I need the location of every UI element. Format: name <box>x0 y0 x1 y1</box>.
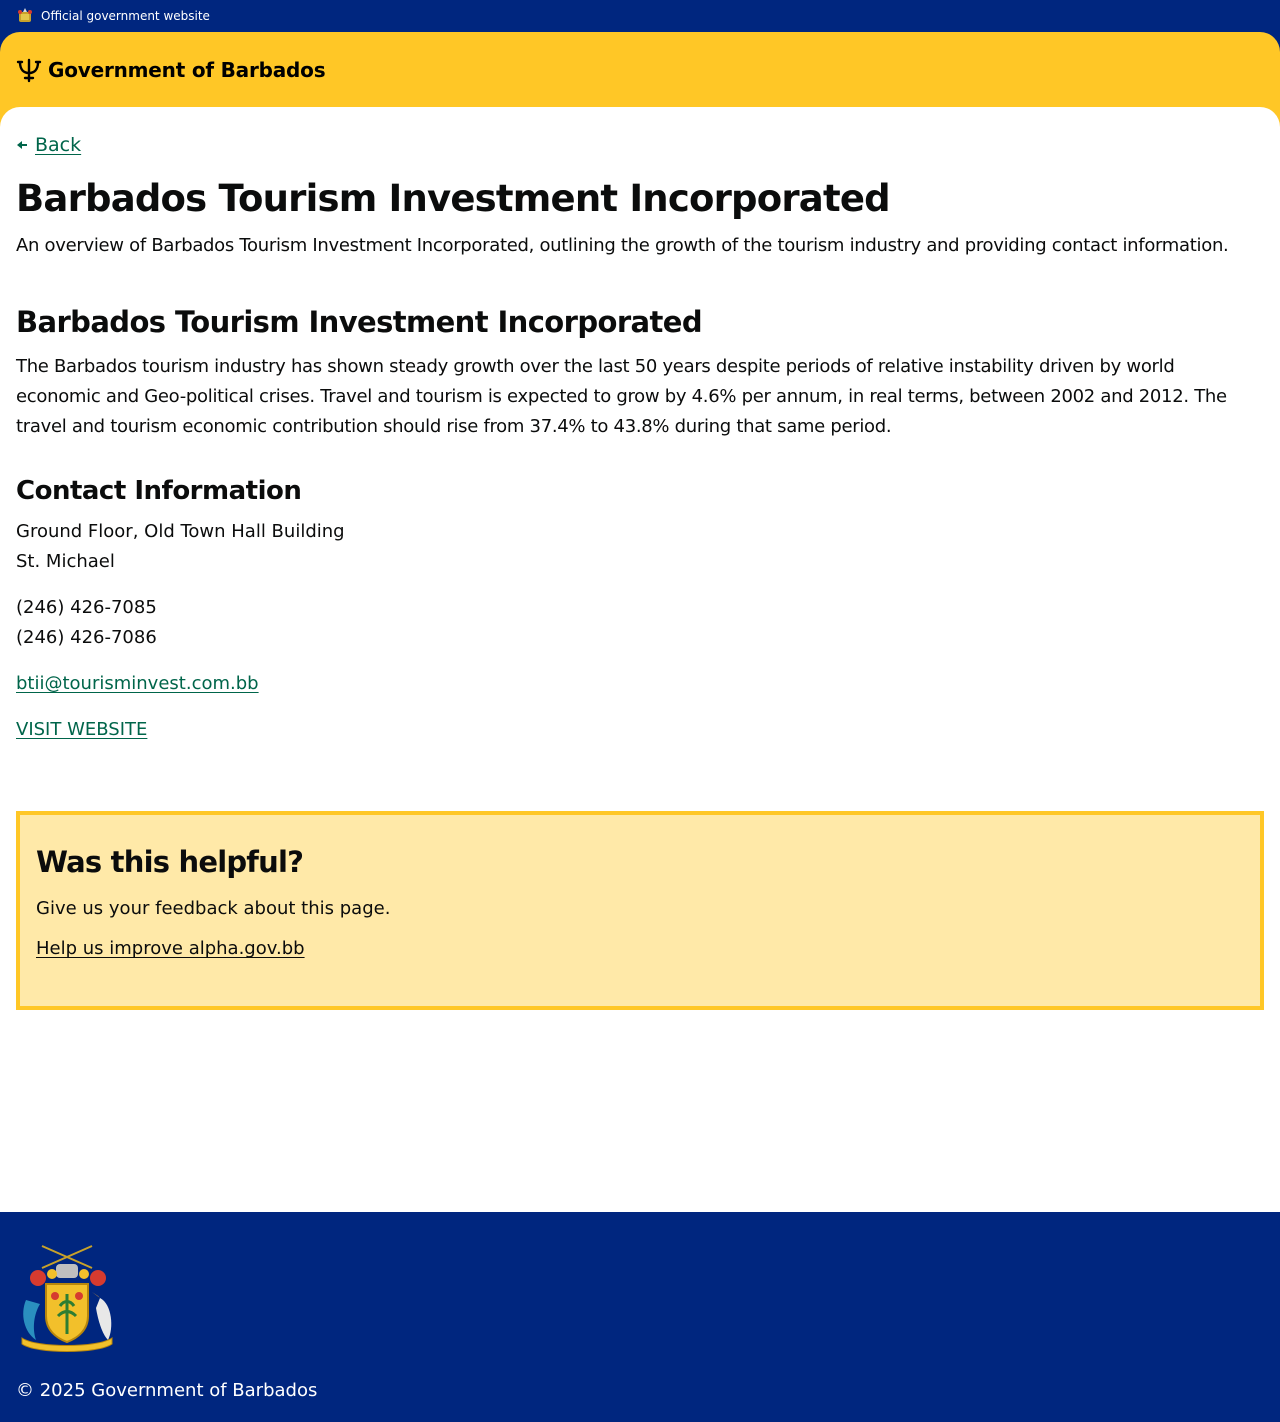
trident-icon[interactable] <box>16 57 42 83</box>
back-link-row: Back <box>16 133 1264 157</box>
footer-copyright: © 2025 Government of Barbados <box>16 1380 318 1401</box>
coat-of-arms-icon <box>18 8 32 22</box>
address-line-2: St. Michael <box>16 551 115 573</box>
contact-heading: Contact Information <box>16 476 302 507</box>
section-heading: Barbados Tourism Investment Incorporated <box>16 305 703 340</box>
feedback-heading: Was this helpful? <box>36 845 304 880</box>
official-banner-label: Official government website <box>41 9 210 23</box>
back-link[interactable]: Back <box>35 134 81 156</box>
main-content: Back Barbados Tourism Investment Incorpo… <box>0 107 1280 1212</box>
page-lead: An overview of Barbados Tourism Investme… <box>16 235 1229 257</box>
phone-1: (246) 426-7085 <box>16 597 157 619</box>
arrow-left-icon <box>17 141 27 149</box>
site-header: Government of Barbados <box>0 32 1280 107</box>
phone-2: (246) 426-7086 <box>16 627 157 649</box>
contact-address: Ground Floor, Old Town Hall Building St.… <box>16 517 1264 577</box>
feedback-text: Give us your feedback about this page. <box>36 898 391 920</box>
email-link[interactable]: btii@tourisminvest.com.bb <box>16 673 259 694</box>
official-banner: Official government website <box>0 0 1280 32</box>
address-line-1: Ground Floor, Old Town Hall Building <box>16 521 345 543</box>
section-body: The Barbados tourism industry has shown … <box>16 356 1227 438</box>
visit-website-link[interactable]: VISIT WEBSITE <box>16 719 147 740</box>
site-brand-link[interactable]: Government of Barbados <box>48 58 326 82</box>
feedback-panel: Was this helpful? Give us your feedback … <box>16 811 1264 1011</box>
contact-phones: (246) 426-7085 (246) 426-7086 <box>16 593 1264 653</box>
coat-of-arms-icon <box>21 1245 113 1352</box>
site-footer: © 2025 Government of Barbados <box>0 1212 1280 1422</box>
feedback-link[interactable]: Help us improve alpha.gov.bb <box>36 938 305 959</box>
page-title: Barbados Tourism Investment Incorporated <box>16 177 891 220</box>
